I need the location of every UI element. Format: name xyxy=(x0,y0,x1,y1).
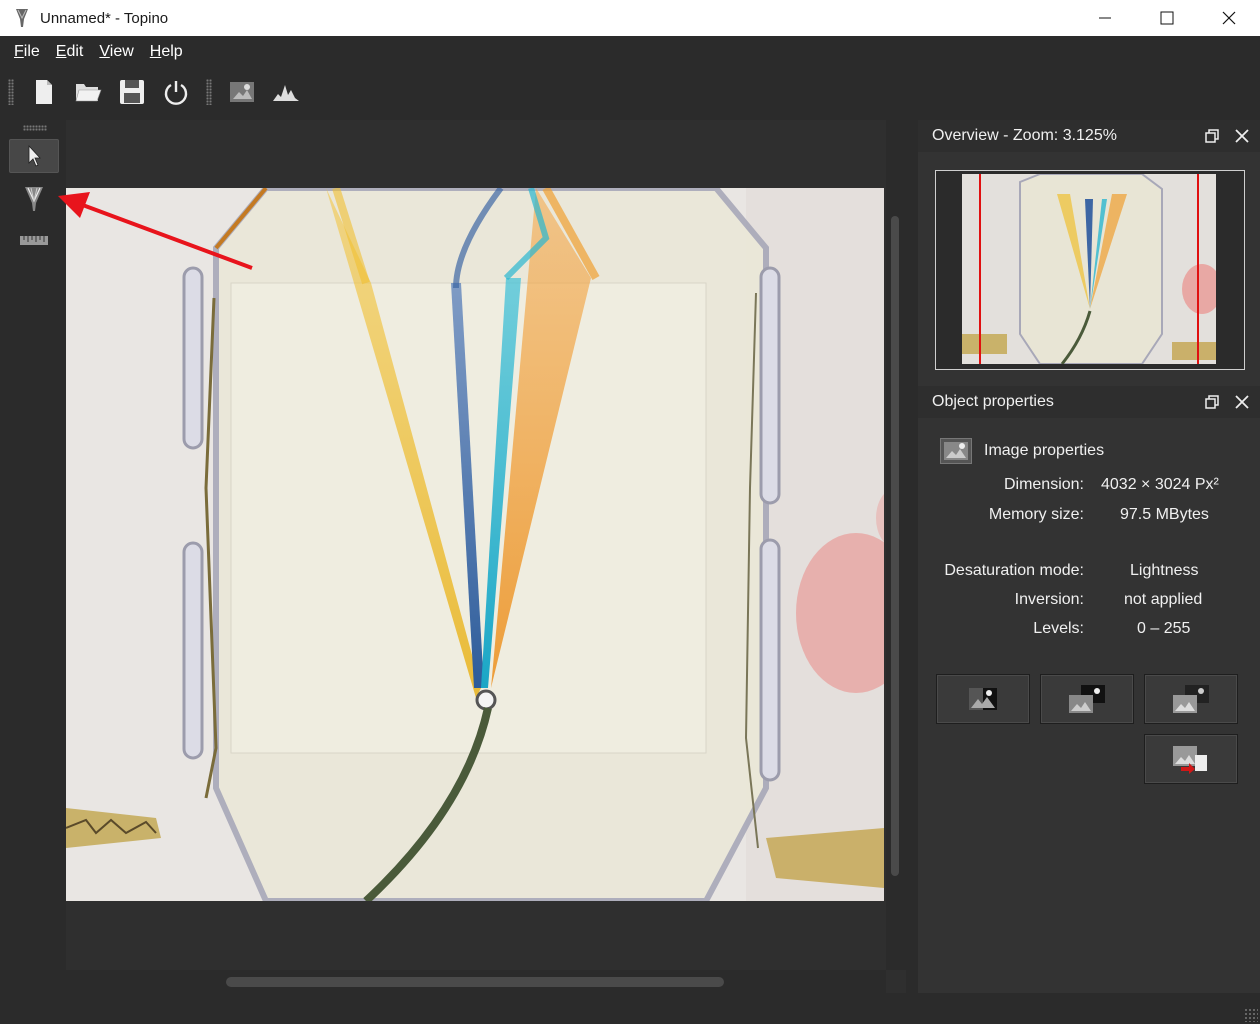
float-icon[interactable] xyxy=(1204,128,1220,144)
title-bar: Unnamed* - Topino xyxy=(0,0,1260,36)
histogram-button[interactable] xyxy=(268,74,304,110)
ruler-icon xyxy=(20,236,48,245)
image-properties-heading: Image properties xyxy=(940,438,1104,464)
memory-value: 97.5 MBytes xyxy=(1120,506,1209,523)
inlet-marker-icon xyxy=(25,187,43,211)
menu-help[interactable]: Help xyxy=(142,43,191,61)
inversion-row: Inversion: not applied xyxy=(918,591,1260,613)
object-properties-title: Object properties xyxy=(932,393,1054,410)
menu-view-mnemonic: V xyxy=(99,42,110,60)
status-bar xyxy=(0,993,1260,1024)
chip-photo xyxy=(66,188,884,901)
new-file-button[interactable] xyxy=(26,74,62,110)
float-icon[interactable] xyxy=(1204,394,1220,410)
menu-bar: File Edit View Help xyxy=(0,36,1260,67)
menu-view-label: iew xyxy=(109,42,134,60)
ruler-tool-button[interactable] xyxy=(9,223,59,257)
image-properties-icon xyxy=(230,82,254,102)
power-icon xyxy=(164,81,188,105)
main-toolbar xyxy=(0,67,1260,117)
tool-strip xyxy=(0,117,66,993)
invert-button[interactable] xyxy=(1040,674,1134,724)
desaturation-row: Desaturation mode: Lightness xyxy=(918,562,1260,584)
menu-edit-label: dit xyxy=(66,42,84,60)
image-canvas[interactable] xyxy=(66,120,906,993)
levels-value: 0 – 255 xyxy=(1137,620,1191,637)
quit-button[interactable] xyxy=(158,74,194,110)
close-button[interactable] xyxy=(1198,0,1260,36)
close-panel-icon[interactable] xyxy=(1234,394,1250,410)
close-icon xyxy=(1222,11,1236,25)
levels-icon xyxy=(1173,685,1209,713)
menu-help-mnemonic: H xyxy=(149,42,162,60)
export-icon xyxy=(1173,746,1207,774)
desaturate-icon xyxy=(969,688,997,710)
toolbar-grip-2[interactable] xyxy=(206,79,212,105)
object-properties-panel: Object properties Image properties Dimen… xyxy=(918,386,1260,978)
menu-edit-mnemonic: E xyxy=(55,42,67,60)
menu-file-label: ile xyxy=(23,42,40,60)
main-image[interactable] xyxy=(66,188,884,901)
invert-icon xyxy=(1069,685,1105,713)
inlet-tool-button[interactable] xyxy=(9,182,59,216)
histogram-icon xyxy=(273,85,299,101)
toolstrip-grip[interactable] xyxy=(23,125,47,131)
dimension-value: 4032 × 3024 Px² xyxy=(1101,476,1219,493)
overview-image xyxy=(962,174,1216,364)
select-tool-button[interactable] xyxy=(9,139,59,173)
levels-label: Levels: xyxy=(1033,620,1084,637)
select-pointer-icon xyxy=(28,145,41,167)
vertical-scrollbar[interactable] xyxy=(886,120,906,970)
menu-edit[interactable]: Edit xyxy=(48,43,92,61)
levels-button[interactable] xyxy=(1144,674,1238,724)
overview-panel-header: Overview - Zoom: 3.125% xyxy=(918,120,1260,152)
overview-title: Overview - Zoom: 3.125% xyxy=(932,127,1117,144)
minimize-button[interactable] xyxy=(1074,0,1136,36)
save-button[interactable] xyxy=(114,74,150,110)
open-folder-icon xyxy=(75,84,102,102)
image-properties-button[interactable] xyxy=(224,74,260,110)
object-properties-header: Object properties xyxy=(918,386,1260,418)
memory-row: Memory size: 97.5 MBytes xyxy=(918,506,1260,528)
toolbar-grip[interactable] xyxy=(8,79,14,105)
open-file-button[interactable] xyxy=(70,74,106,110)
new-file-icon xyxy=(36,80,52,104)
vertical-scroll-thumb[interactable] xyxy=(891,216,899,876)
maximize-button[interactable] xyxy=(1136,0,1198,36)
menu-view[interactable]: View xyxy=(91,43,141,61)
memory-label: Memory size: xyxy=(988,506,1084,523)
inversion-label: Inversion: xyxy=(1014,591,1084,608)
maximize-icon xyxy=(1160,11,1174,25)
desaturation-label: Desaturation mode: xyxy=(944,562,1084,579)
menu-file[interactable]: File xyxy=(6,43,48,61)
minimize-icon xyxy=(1099,17,1111,19)
horizontal-scroll-thumb[interactable] xyxy=(226,977,724,987)
menu-help-label: elp xyxy=(161,42,183,60)
right-dock: Overview - Zoom: 3.125% Object propertie… xyxy=(918,120,1260,993)
close-panel-icon[interactable] xyxy=(1234,128,1250,144)
export-button[interactable] xyxy=(1144,734,1238,784)
resize-grip[interactable] xyxy=(1244,1008,1258,1022)
image-properties-icon xyxy=(940,438,972,464)
dimension-row: Dimension: 4032 × 3024 Px² xyxy=(918,476,1260,498)
desaturation-value: Lightness xyxy=(1130,562,1199,579)
topino-icon xyxy=(12,6,32,30)
window-title: Unnamed* - Topino xyxy=(40,9,169,27)
desaturate-button[interactable] xyxy=(936,674,1030,724)
inversion-value: not applied xyxy=(1124,591,1203,608)
image-properties-label: Image properties xyxy=(984,442,1105,459)
dimension-label: Dimension: xyxy=(1003,476,1084,493)
menu-file-mnemonic: F xyxy=(14,42,24,60)
levels-row: Levels: 0 – 255 xyxy=(918,620,1260,642)
save-icon xyxy=(120,80,144,104)
horizontal-scrollbar[interactable] xyxy=(66,970,886,993)
overview-viewport[interactable] xyxy=(935,170,1245,370)
overview-thumbnail[interactable] xyxy=(962,174,1216,364)
